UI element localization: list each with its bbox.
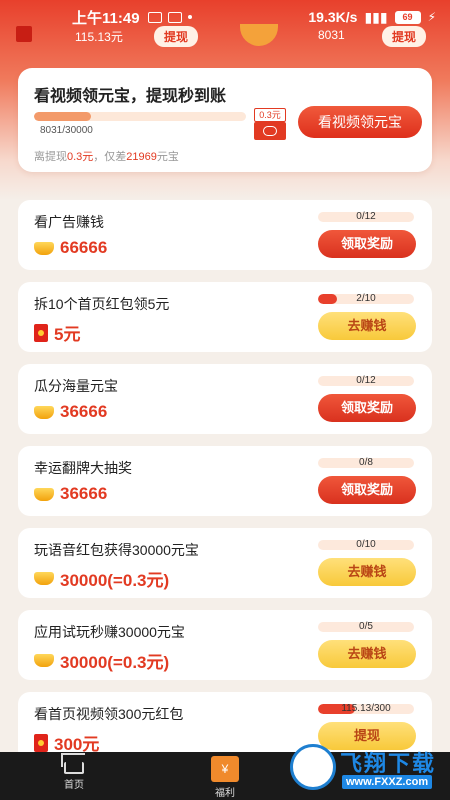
ingot-icon bbox=[34, 405, 54, 419]
task-reward-value: 66666 bbox=[60, 238, 108, 257]
task-title: 瓜分海量元宝 bbox=[34, 378, 118, 394]
hero-progress-text: 8031/30000 bbox=[40, 125, 93, 136]
charging-icon: ⚡ bbox=[427, 10, 436, 24]
task-progress-text: 0/5 bbox=[359, 621, 373, 632]
task-card: 拆10个首页红包领5元 5元 2/10 去赚钱 bbox=[18, 282, 432, 352]
status-time: 上午11:49 bbox=[72, 9, 140, 27]
task-progress-text: 0/8 bbox=[359, 457, 373, 468]
task-reward: 36666 bbox=[34, 402, 107, 422]
watermark-emblem-icon bbox=[290, 744, 336, 790]
cash-badge: 0.3元 bbox=[254, 108, 286, 140]
red-envelope-icon bbox=[34, 323, 48, 342]
task-title: 幸运翻牌大抽奖 bbox=[34, 460, 132, 476]
red-envelope-icon bbox=[34, 733, 48, 752]
task-card: 应用试玩秒赚30000元宝 30000(=0.3元) 0/5 去赚钱 bbox=[18, 610, 432, 680]
nav-welfare-label: 福利 bbox=[215, 788, 235, 799]
ingot-icon bbox=[34, 241, 54, 255]
ingot-icon bbox=[34, 572, 54, 585]
task-progress-text: 115.13/300 bbox=[341, 703, 391, 714]
ingot-icon bbox=[34, 654, 54, 667]
task-progress-text: 2/10 bbox=[356, 293, 376, 304]
network-speed: 19.3K/s bbox=[308, 9, 358, 25]
task-reward-value: 36666 bbox=[60, 484, 108, 503]
task-reward: 30000(=0.3元) bbox=[34, 648, 169, 673]
wechat-icon bbox=[254, 122, 286, 140]
home-icon bbox=[64, 762, 84, 774]
ingot-icon bbox=[34, 487, 54, 501]
task-reward: 30000(=0.3元) bbox=[34, 566, 169, 591]
task-progress-text: 0/12 bbox=[356, 211, 376, 222]
task-reward-value: 5元 bbox=[54, 325, 81, 344]
task-card: 幸运翻牌大抽奖 36666 0/8 领取奖励 bbox=[18, 446, 432, 516]
nav-home[interactable]: 首页 bbox=[44, 756, 104, 791]
task-title: 应用试玩秒赚30000元宝 bbox=[34, 624, 185, 640]
battery-level: 69 bbox=[394, 10, 421, 24]
status-bar: 上午11:49 19.3K/s ▮▮▮ 69 ⚡ bbox=[0, 0, 450, 34]
task-card: 看广告赚钱 66666 0/12 领取奖励 bbox=[18, 200, 432, 270]
more-dot-icon bbox=[187, 15, 192, 19]
notification-icon bbox=[147, 11, 162, 23]
note-count: 21969 bbox=[126, 151, 157, 163]
task-reward: 5元 bbox=[34, 320, 80, 345]
task-action-button[interactable]: 领取奖励 bbox=[318, 476, 416, 504]
task-card: 玩语音红包获得30000元宝 30000(=0.3元) 0/10 去赚钱 bbox=[18, 528, 432, 598]
task-progress-text: 0/12 bbox=[356, 375, 376, 386]
task-card: 瓜分海量元宝 36666 0/12 领取奖励 bbox=[18, 364, 432, 434]
cash-badge-label: 0.3元 bbox=[254, 108, 286, 122]
hero-progress-bar bbox=[34, 112, 246, 121]
note-suffix: 元宝 bbox=[156, 151, 179, 163]
nav-home-label: 首页 bbox=[64, 780, 84, 791]
hero-title: 看视频领元宝，提现秒到账 bbox=[34, 88, 227, 105]
task-reward: 66666 bbox=[34, 238, 107, 258]
watermark-brand: 飞翔下载 bbox=[340, 751, 437, 776]
note-amount: 0.3元 bbox=[67, 151, 94, 163]
signal-icon: ▮▮▮ bbox=[364, 8, 388, 25]
task-action-button[interactable]: 去赚钱 bbox=[318, 640, 416, 668]
task-title: 拆10个首页红包领5元 bbox=[34, 296, 170, 312]
watermark-logo: 飞翔下载 www.FXXZ.com bbox=[290, 742, 450, 800]
task-reward: 36666 bbox=[34, 484, 107, 504]
note-mid: ，仅差 bbox=[93, 151, 127, 163]
welfare-icon: ¥ bbox=[211, 756, 239, 782]
watermark-url: www.FXXZ.com bbox=[342, 775, 433, 789]
battery-icon: 69 bbox=[394, 10, 421, 24]
notification-icon-2 bbox=[167, 11, 182, 23]
note-prefix: 离提现 bbox=[34, 151, 67, 163]
task-title: 玩语音红包获得30000元宝 bbox=[34, 542, 199, 558]
nav-welfare[interactable]: ¥ 福利 bbox=[195, 756, 255, 799]
task-title: 看广告赚钱 bbox=[34, 214, 104, 230]
task-reward-value: 30000(=0.3元) bbox=[60, 571, 170, 590]
task-reward-value: 30000(=0.3元) bbox=[60, 653, 170, 672]
hero-progress-fill bbox=[34, 112, 91, 121]
hero-note: 离提现0.3元，仅差21969元宝 bbox=[34, 148, 179, 164]
task-action-button[interactable]: 领取奖励 bbox=[318, 394, 416, 422]
task-action-button[interactable]: 领取奖励 bbox=[318, 230, 416, 258]
task-action-button[interactable]: 去赚钱 bbox=[318, 312, 416, 340]
video-reward-card: 看视频领元宝，提现秒到账 8031/30000 0.3元 离提现0.3元，仅差2… bbox=[18, 68, 432, 172]
watch-video-button[interactable]: 看视频领元宝 bbox=[298, 106, 422, 138]
task-title: 看首页视频领300元红包 bbox=[34, 706, 184, 722]
task-progress-text: 0/10 bbox=[356, 539, 376, 550]
task-reward-value: 36666 bbox=[60, 402, 108, 421]
task-action-button[interactable]: 去赚钱 bbox=[318, 558, 416, 586]
